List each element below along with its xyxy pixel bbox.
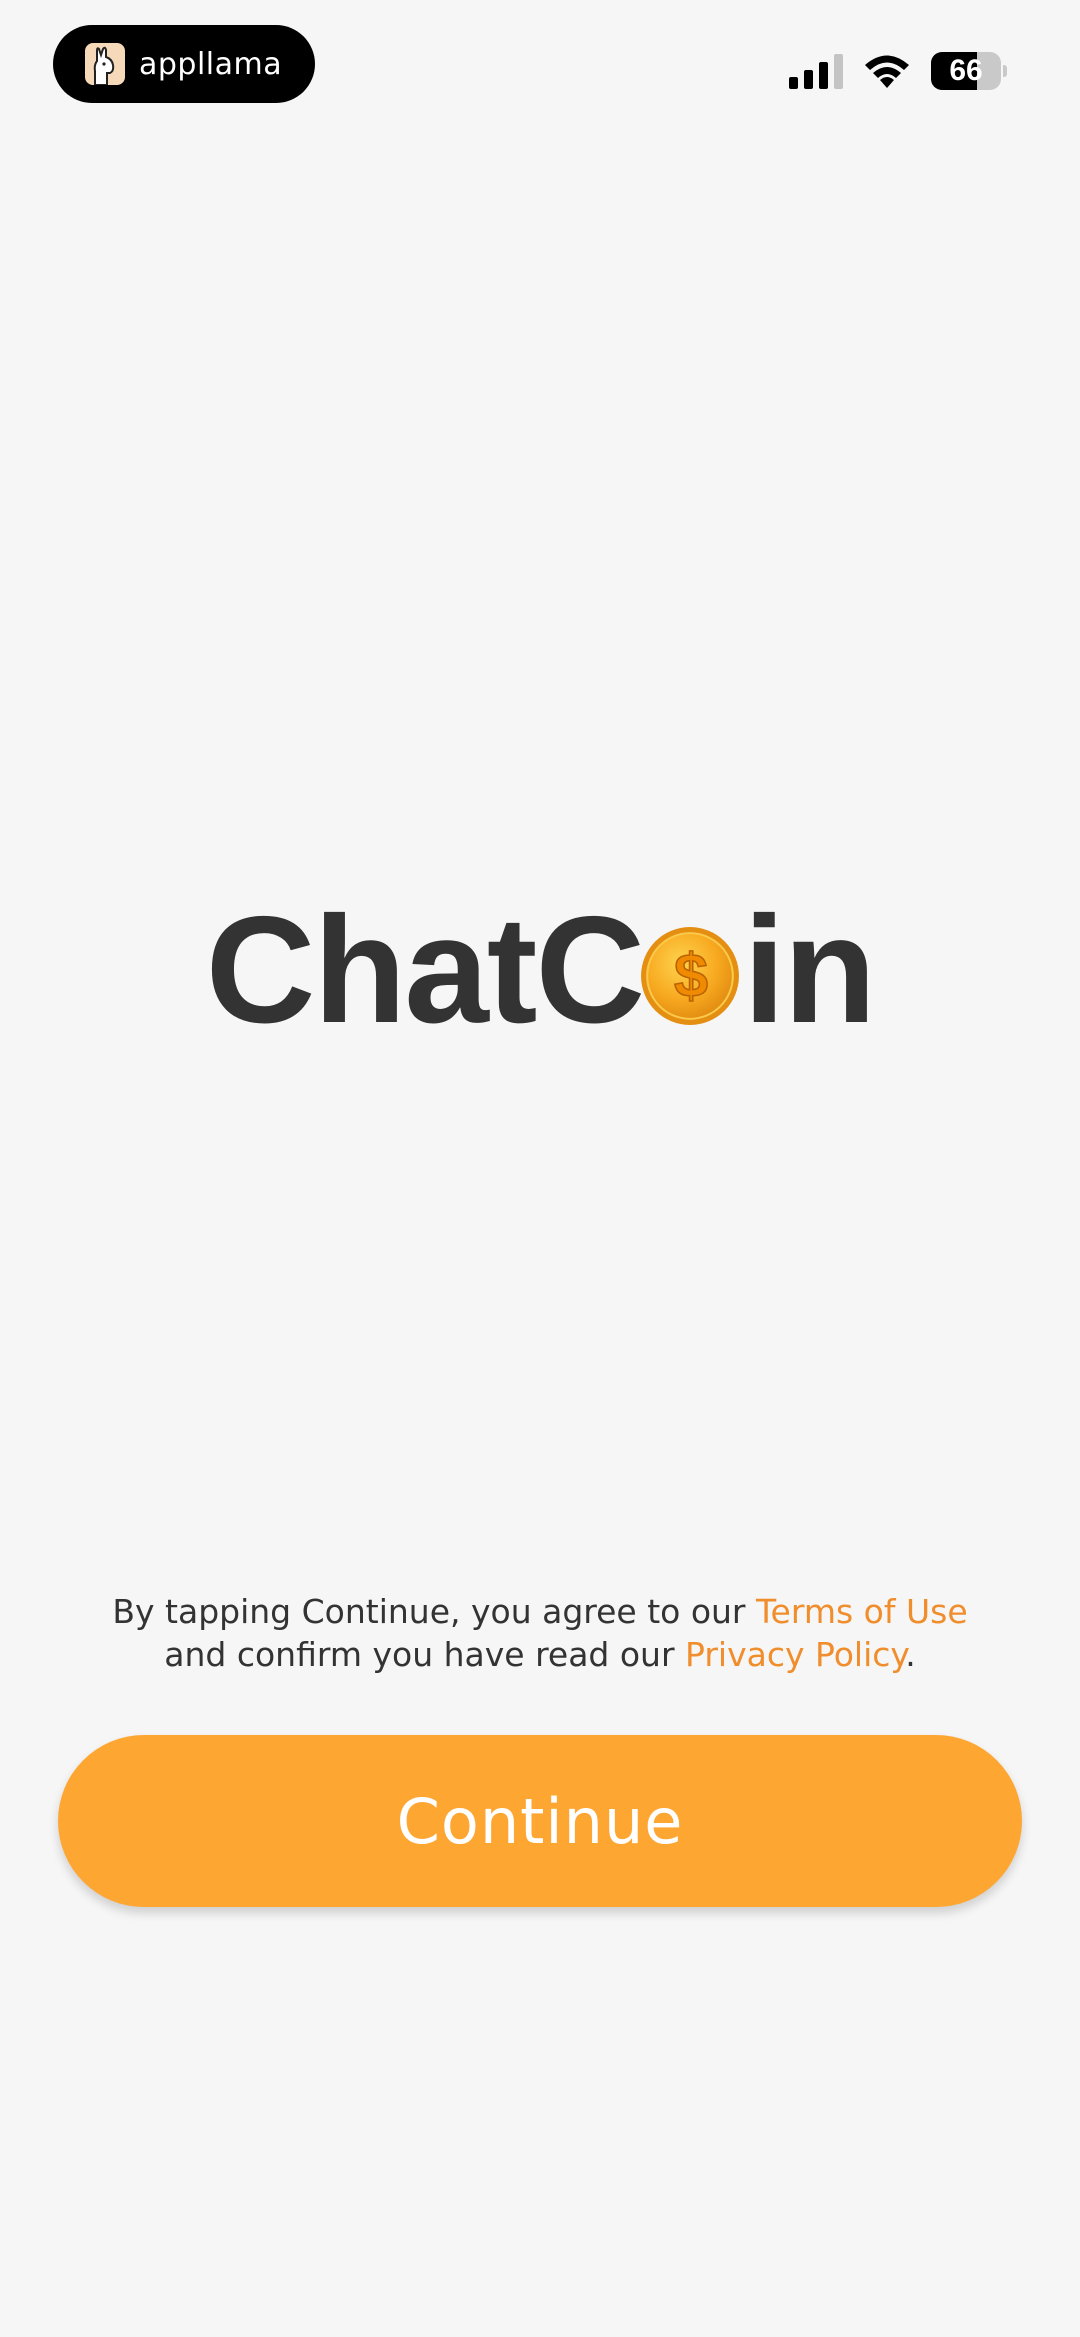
consent-line-1: By tapping Continue, you agree to our Te… — [112, 1592, 968, 1631]
consent-line-2: and confirm you have read our Privacy Po… — [164, 1635, 916, 1674]
brand-pill: appllama — [53, 25, 315, 103]
continue-button-label: Continue — [396, 1784, 684, 1858]
privacy-policy-link[interactable]: Privacy Policy — [685, 1635, 905, 1674]
logo-text-start: ChatC — [205, 885, 646, 1055]
consent-text: By tapping Continue, you agree to our Te… — [0, 1590, 1080, 1676]
continue-button[interactable]: Continue — [58, 1735, 1022, 1907]
wifi-icon — [865, 55, 909, 88]
status-bar: appllama 66 — [0, 0, 1080, 130]
app-logo: ChatC $ in — [0, 885, 1080, 1055]
battery-icon: 66 — [931, 52, 1007, 90]
llama-icon — [85, 43, 125, 85]
cellular-signal-icon — [789, 54, 843, 89]
brand-name: appllama — [139, 46, 283, 82]
coin-symbol: $ — [674, 941, 708, 1009]
logo-text-end: in — [743, 885, 876, 1055]
gold-coin-icon: $ — [641, 927, 740, 1025]
terms-of-use-link[interactable]: Terms of Use — [756, 1592, 968, 1631]
battery-level-text: 66 — [949, 54, 983, 87]
